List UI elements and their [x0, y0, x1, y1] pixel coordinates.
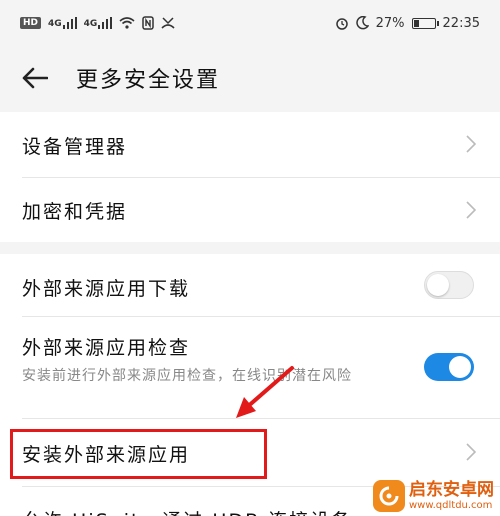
pointer-arrow — [236, 366, 294, 418]
watermark: 启东安卓网 www.qdltdu.com — [373, 480, 494, 512]
watermark-title: 启东安卓网 — [409, 479, 494, 500]
watermark-url: www.qdltdu.com — [409, 499, 493, 511]
watermark-logo-icon — [373, 480, 405, 512]
